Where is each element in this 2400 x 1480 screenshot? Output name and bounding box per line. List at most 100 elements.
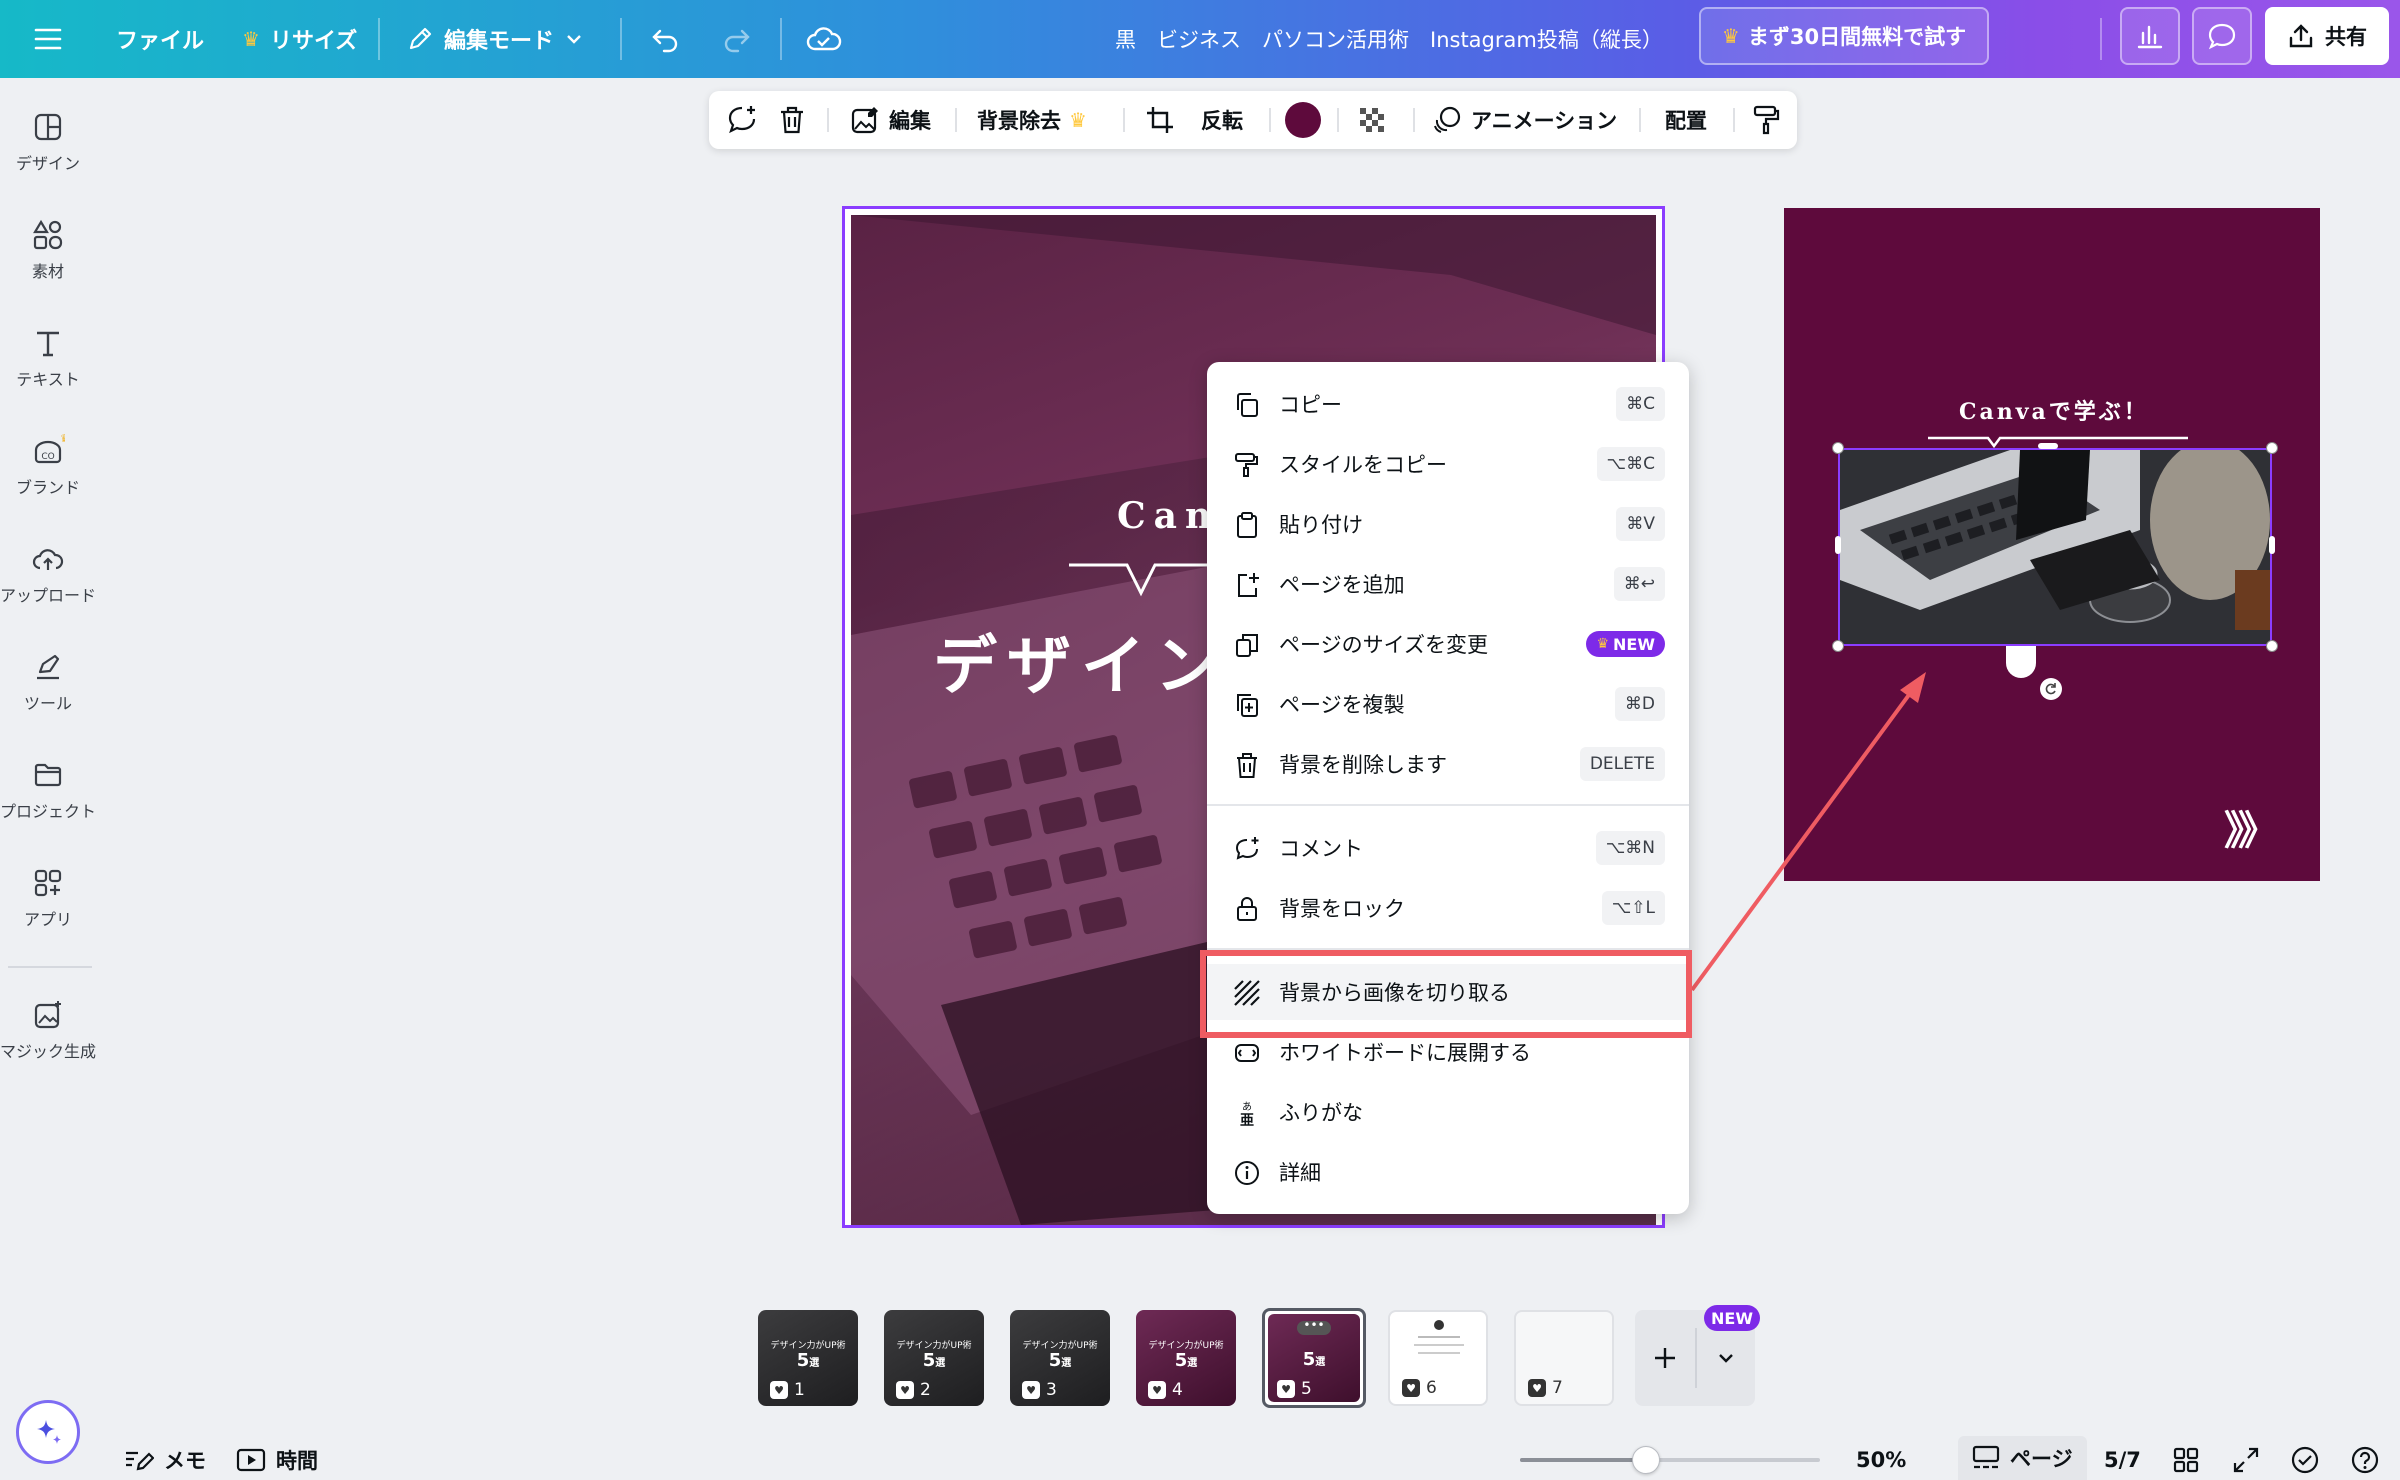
- redo-button[interactable]: [720, 0, 752, 78]
- sidebar-item-magic[interactable]: マジック生成: [0, 998, 96, 1062]
- thumb-line: [1414, 1344, 1464, 1346]
- notes-label: メモ: [164, 1449, 206, 1473]
- resize-handle[interactable]: [2266, 640, 2278, 652]
- thumb-number-big: 5選: [884, 1350, 984, 1371]
- page-thumb-6[interactable]: ♥ 6: [1388, 1310, 1488, 1406]
- delete-button[interactable]: [777, 91, 807, 149]
- thumb-number-big: 5選: [1265, 1349, 1363, 1370]
- zoom-level[interactable]: 50%: [1856, 1440, 1906, 1480]
- design-page-next[interactable]: Canvaで学ぶ！ 》》: [1784, 208, 2320, 881]
- file-menu-button[interactable]: ファイル: [116, 0, 204, 78]
- help-button[interactable]: [2350, 1440, 2380, 1480]
- new-badge: NEW: [1704, 1305, 1760, 1331]
- page-thumb-1[interactable]: デザイン力がUP術 5選 ♥ 1: [758, 1310, 858, 1406]
- notes-button[interactable]: メモ: [124, 1440, 206, 1480]
- next-arrows-text[interactable]: 》》: [2224, 798, 2278, 856]
- free-trial-button[interactable]: ♛ まず30日間無料で試す: [1699, 7, 1989, 65]
- sidebar-item-label: アップロード: [0, 586, 97, 605]
- check-button[interactable]: [2290, 1440, 2320, 1480]
- page-thumb-2[interactable]: デザイン力がUP術 5選 ♥ 2: [884, 1310, 984, 1406]
- sidebar-item-design[interactable]: デザイン: [0, 110, 96, 174]
- menu-item-info[interactable]: 詳細: [1207, 1144, 1689, 1200]
- page-number: ♥ 3: [1022, 1380, 1057, 1400]
- sidebar-item-projects[interactable]: プロジェクト: [0, 758, 96, 822]
- sidebar-item-upload[interactable]: アップロード: [0, 542, 96, 606]
- menu-item-label: スタイルをコピー: [1279, 453, 1447, 477]
- sidebar-item-brand[interactable]: CO ♛ ブランド: [0, 434, 96, 498]
- menu-item-label: 貼り付け: [1279, 513, 1363, 537]
- shortcut-badge: ⌥⇧L: [1601, 891, 1665, 925]
- bar-chart-icon: [2137, 25, 2163, 49]
- menu-item-label: 背景を削除します: [1279, 753, 1447, 777]
- background-remover-button[interactable]: 背景除去 ♛: [977, 91, 1087, 149]
- page-number: ♥ 1: [770, 1380, 805, 1400]
- flip-button[interactable]: 反転: [1201, 91, 1243, 149]
- share-button[interactable]: 共有: [2265, 7, 2389, 65]
- comments-button[interactable]: [2192, 7, 2252, 65]
- heart-icon: ♥: [1277, 1380, 1295, 1398]
- fullscreen-button[interactable]: [2232, 1440, 2260, 1480]
- menu-item-comment[interactable]: コメント ⌥⌘N: [1207, 820, 1689, 876]
- resize-button[interactable]: ♛ リサイズ: [242, 0, 357, 78]
- trash-icon: [1237, 753, 1257, 778]
- shapes-icon: [33, 219, 63, 250]
- page-thumb-3[interactable]: デザイン力がUP術 5選 ♥ 3: [1010, 1310, 1110, 1406]
- color-button[interactable]: [1285, 91, 1321, 149]
- transparency-button[interactable]: [1357, 91, 1387, 149]
- thumb-big-digit: 5: [1302, 1349, 1316, 1370]
- resize-handle[interactable]: [2038, 443, 2058, 449]
- menu-item-copy[interactable]: コピー ⌘C: [1207, 376, 1689, 432]
- duplicate-page-icon: [1237, 694, 1258, 717]
- resize-handle[interactable]: [1832, 442, 1844, 454]
- pages-view-button[interactable]: ページ: [1958, 1436, 2087, 1480]
- page-thumb-4[interactable]: デザイン力がUP術 5選 ♥ 4: [1136, 1310, 1236, 1406]
- thumb-more-icon[interactable]: •••: [1297, 1319, 1331, 1335]
- menu-item-copy-style[interactable]: スタイルをコピー ⌥⌘C: [1207, 436, 1689, 492]
- sidebar-item-text[interactable]: テキスト: [0, 326, 96, 390]
- analytics-button[interactable]: [2120, 7, 2180, 65]
- grid-view-button[interactable]: [2172, 1440, 2200, 1480]
- zoom-slider-track[interactable]: [1520, 1458, 1820, 1462]
- document-title-text: 黒 ビジネス パソコン活用術 Instagram投稿（縦長）: [1115, 28, 1663, 52]
- add-comment-button[interactable]: [725, 91, 759, 149]
- menu-item-resize-page[interactable]: ページのサイズを変更 ♛ NEW: [1207, 616, 1689, 672]
- menu-item-paste[interactable]: 貼り付け ⌘V: [1207, 496, 1689, 552]
- crop-button[interactable]: [1145, 91, 1175, 149]
- rotate-handle[interactable]: [2040, 678, 2062, 700]
- zoom-slider-thumb[interactable]: [1632, 1446, 1660, 1474]
- element-toolbar: 編集 背景除去 ♛ 反転 アニメーション 配置: [709, 91, 1797, 149]
- resize-handle[interactable]: [2269, 536, 2275, 554]
- menu-item-lock-background[interactable]: 背景をロック ⌥⇧L: [1207, 880, 1689, 936]
- resize-handle[interactable]: [2266, 442, 2278, 454]
- copy-style-button[interactable]: [1751, 91, 1781, 149]
- add-page-button[interactable]: [1635, 1310, 1695, 1406]
- resize-handle[interactable]: [1832, 640, 1844, 652]
- document-title[interactable]: 黒 ビジネス パソコン活用術 Instagram投稿（縦長）: [1115, 0, 1663, 78]
- menu-item-add-page[interactable]: ページを追加 ⌘↩: [1207, 556, 1689, 612]
- edit-mode-button[interactable]: 編集モード: [406, 0, 584, 78]
- timer-button[interactable]: 時間: [236, 1440, 318, 1480]
- page-thumb-7[interactable]: ♥ 7: [1514, 1310, 1614, 1406]
- page-heading-text[interactable]: デザイン: [933, 615, 1229, 707]
- menu-item-delete-background[interactable]: 背景を削除します DELETE: [1207, 736, 1689, 792]
- page-thumb-5-selected[interactable]: ••• 5選 ♥ 5: [1262, 1308, 1366, 1408]
- page5-title-text[interactable]: Canvaで学ぶ！: [1959, 394, 2149, 426]
- edit-image-button[interactable]: 編集: [849, 91, 931, 149]
- menu-item-duplicate-page[interactable]: ページを複製 ⌘D: [1207, 676, 1689, 732]
- sidebar-item-apps[interactable]: アプリ: [0, 866, 96, 930]
- cloud-sync-button[interactable]: [806, 0, 842, 78]
- header-divider: [620, 18, 622, 60]
- resize-handle[interactable]: [1835, 536, 1841, 554]
- plus-icon: [1655, 1348, 1675, 1368]
- thumb-big-digit: 5: [1174, 1350, 1188, 1371]
- sidebar-item-elements[interactable]: 素材: [0, 218, 96, 282]
- menu-item-label: コメント: [1279, 837, 1363, 861]
- menu-item-furigana[interactable]: あ亜 ふりがな: [1207, 1084, 1689, 1140]
- animation-button[interactable]: アニメーション: [1431, 91, 1617, 149]
- position-button[interactable]: 配置: [1665, 91, 1707, 149]
- undo-button[interactable]: [650, 0, 682, 78]
- magic-assistant-button[interactable]: [16, 1400, 80, 1464]
- menu-icon[interactable]: [34, 0, 62, 78]
- sidebar-item-tools[interactable]: ツール: [0, 650, 96, 714]
- selected-laptop-image[interactable]: [1838, 448, 2272, 646]
